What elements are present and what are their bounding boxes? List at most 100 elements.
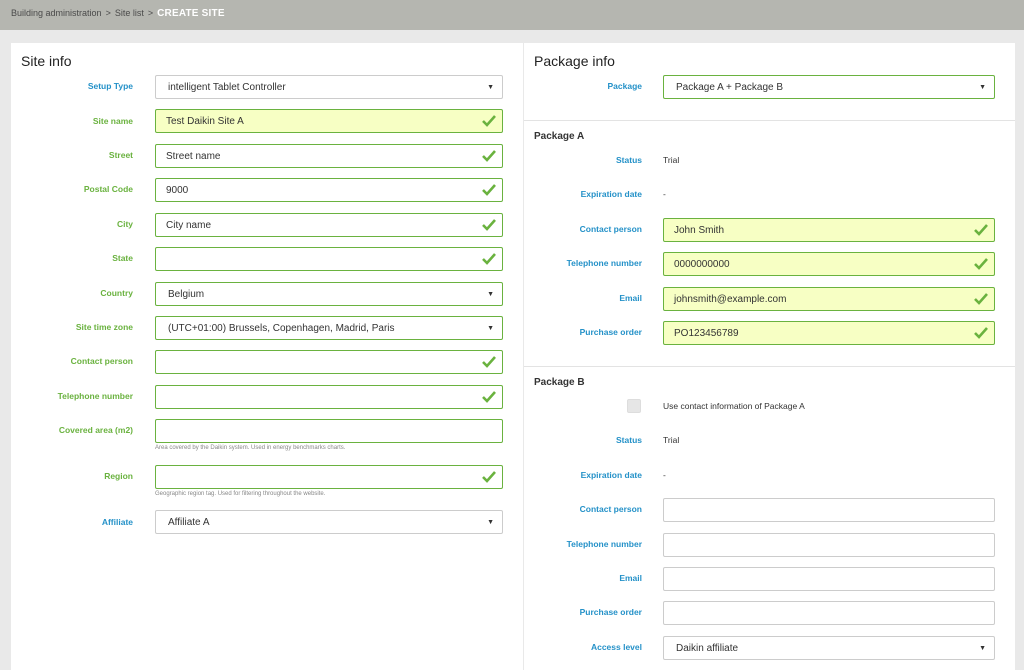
breadcrumb-current: CREATE SITE xyxy=(157,8,225,19)
package-a-phone-value: 0000000000 xyxy=(674,258,730,270)
postal-code-label: Postal Code xyxy=(83,184,133,194)
affiliate-label: Affiliate xyxy=(101,517,133,527)
chevron-down-icon: ▼ xyxy=(487,84,494,91)
covered-area-label: Covered area (m2) xyxy=(58,425,133,435)
package-a-email-label: Email xyxy=(619,293,642,303)
covered-area-hint: Area covered by the Daikin system. Used … xyxy=(155,445,346,451)
check-icon xyxy=(974,293,988,305)
check-icon xyxy=(482,356,496,368)
postal-code-value: 9000 xyxy=(166,184,189,196)
check-icon xyxy=(974,258,988,270)
region-input[interactable] xyxy=(155,465,503,489)
package-info-panel: Package info Package Package A + Package… xyxy=(524,43,1015,670)
street-input[interactable]: Street name xyxy=(155,144,503,168)
breadcrumb: Building administration > Site list > CREATE… xyxy=(11,8,225,19)
site-name-value: Test Daikin Site A xyxy=(166,115,244,127)
package-a-po-value: PO123456789 xyxy=(674,327,739,339)
package-b-access-select[interactable]: Daikin affiliate ▼ xyxy=(663,636,995,660)
package-b-access-label: Access level xyxy=(590,642,642,652)
check-icon xyxy=(482,253,496,265)
chevron-down-icon: ▼ xyxy=(487,325,494,332)
chevron-down-icon: ▼ xyxy=(487,519,494,526)
check-icon xyxy=(482,150,496,162)
package-a-po-input[interactable]: PO123456789 xyxy=(663,321,995,345)
package-a-contact-input[interactable]: John Smith xyxy=(663,218,995,242)
contact-person-label: Contact person xyxy=(70,356,133,366)
package-b-po-label: Purchase order xyxy=(579,607,642,617)
breadcrumb-site-list[interactable]: Site list xyxy=(115,8,144,18)
contact-person-input[interactable] xyxy=(155,350,503,374)
use-contact-checkbox[interactable] xyxy=(627,399,641,413)
check-icon xyxy=(482,471,496,483)
package-a-po-label: Purchase order xyxy=(579,327,642,337)
package-b-title: Package B xyxy=(534,377,585,388)
site-name-input[interactable]: Test Daikin Site A xyxy=(155,109,503,133)
package-a-email-input[interactable]: johnsmith@example.com xyxy=(663,287,995,311)
postal-code-input[interactable]: 9000 xyxy=(155,178,503,202)
package-b-expiration-value: - xyxy=(663,470,666,480)
package-a-phone-input[interactable]: 0000000000 xyxy=(663,252,995,276)
package-b-email-input[interactable] xyxy=(663,567,995,591)
city-label: City xyxy=(116,219,133,229)
check-icon xyxy=(974,224,988,236)
package-a-contact-value: John Smith xyxy=(674,224,725,236)
street-value: Street name xyxy=(166,150,221,162)
breadcrumb-separator: > xyxy=(105,8,111,18)
chevron-down-icon: ▼ xyxy=(979,84,986,91)
country-select[interactable]: Belgium ▼ xyxy=(155,282,503,306)
package-value: Package A + Package B xyxy=(676,81,784,93)
package-b-status-value: Trial xyxy=(663,435,680,445)
country-value: Belgium xyxy=(168,288,205,300)
state-input[interactable] xyxy=(155,247,503,271)
package-a-email-value: johnsmith@example.com xyxy=(674,293,787,305)
package-b-po-input[interactable] xyxy=(663,601,995,625)
site-time-zone-label: Site time zone xyxy=(75,322,133,332)
affiliate-value: Affiliate A xyxy=(168,516,210,528)
package-a-phone-label: Telephone number xyxy=(566,258,642,268)
package-label: Package xyxy=(607,81,643,91)
city-input[interactable]: City name xyxy=(155,213,503,237)
package-a-contact-label: Contact person xyxy=(579,224,642,234)
package-a-status-label: Status xyxy=(616,155,642,165)
covered-area-input[interactable] xyxy=(155,419,503,443)
telephone-number-label: Telephone number xyxy=(57,391,133,401)
setup-type-select[interactable]: intelligent Tablet Controller ▼ xyxy=(155,75,503,99)
site-time-zone-value: (UTC+01:00) Brussels, Copenhagen, Madrid… xyxy=(168,322,395,334)
divider xyxy=(524,366,1015,367)
package-a-status-value: Trial xyxy=(663,155,680,165)
chevron-down-icon: ▼ xyxy=(979,645,986,652)
state-label: State xyxy=(112,253,133,263)
site-name-label: Site name xyxy=(92,116,133,126)
check-icon xyxy=(974,327,988,339)
package-b-contact-input[interactable] xyxy=(663,498,995,522)
region-hint: Geographic region tag. Used for filterin… xyxy=(155,491,326,497)
breadcrumb-building-administration[interactable]: Building administration xyxy=(11,8,102,18)
street-label: Street xyxy=(108,150,133,160)
top-bar: Building administration > Site list > CREATE… xyxy=(0,0,1024,30)
affiliate-select[interactable]: Affiliate A ▼ xyxy=(155,510,503,534)
package-b-phone-input[interactable] xyxy=(663,533,995,557)
site-info-title: Site info xyxy=(21,53,72,69)
package-b-email-label: Email xyxy=(619,573,642,583)
site-time-zone-select[interactable]: (UTC+01:00) Brussels, Copenhagen, Madrid… xyxy=(155,316,503,340)
chevron-down-icon: ▼ xyxy=(487,291,494,298)
check-icon xyxy=(482,184,496,196)
setup-type-value: intelligent Tablet Controller xyxy=(168,81,286,93)
package-a-expiration-label: Expiration date xyxy=(580,189,642,199)
check-icon xyxy=(482,219,496,231)
package-b-status-label: Status xyxy=(616,435,642,445)
telephone-number-input[interactable] xyxy=(155,385,503,409)
package-a-expiration-value: - xyxy=(663,189,666,199)
package-b-access-value: Daikin affiliate xyxy=(676,642,739,654)
breadcrumb-separator: > xyxy=(147,8,154,18)
check-icon xyxy=(482,115,496,127)
package-info-title: Package info xyxy=(534,53,615,69)
package-a-title: Package A xyxy=(534,131,585,142)
package-select[interactable]: Package A + Package B ▼ xyxy=(663,75,995,99)
package-b-contact-label: Contact person xyxy=(579,504,642,514)
country-label: Country xyxy=(100,288,133,298)
region-label: Region xyxy=(104,471,133,481)
setup-type-label: Setup Type xyxy=(87,81,133,91)
check-icon xyxy=(482,391,496,403)
city-value: City name xyxy=(166,219,212,231)
